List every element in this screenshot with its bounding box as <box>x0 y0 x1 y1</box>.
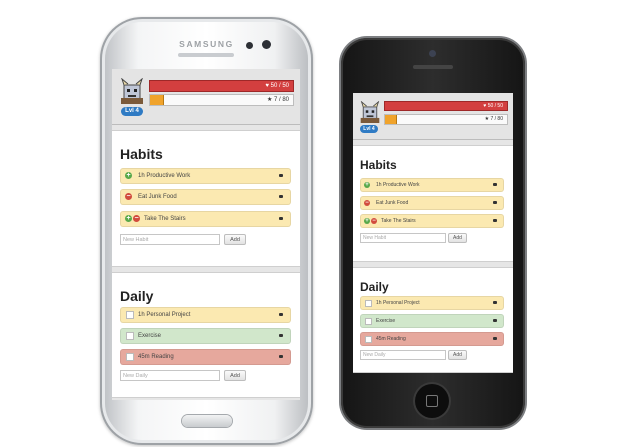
comment-icon[interactable] <box>493 201 497 204</box>
earpiece-speaker <box>413 65 453 69</box>
daily-label: 1h Personal Project <box>376 300 420 306</box>
new-habit-input[interactable]: New Habit <box>360 233 446 243</box>
comment-icon[interactable] <box>279 313 283 316</box>
daily-title: Daily <box>120 288 154 304</box>
daily-panel: Daily 1h Personal Project Exercise 45m R… <box>353 267 513 373</box>
minus-icon[interactable]: − <box>133 215 140 222</box>
level-badge: Lvl 4 <box>360 125 378 133</box>
health-bar: ♥ 50 / 50 <box>149 80 294 92</box>
habit-item[interactable]: − Eat Junk Food <box>120 189 291 205</box>
daily-panel: Daily 1h Personal Project Exercise 45m R… <box>112 272 300 398</box>
earpiece-speaker <box>178 53 234 57</box>
daily-item[interactable]: Exercise <box>120 328 291 344</box>
comment-icon[interactable] <box>493 183 497 186</box>
plus-icon[interactable]: + <box>125 172 132 179</box>
app: Lvl 4 ♥ 50 / 50 ★ 7 / 80 Habits + 1h Pro… <box>112 69 300 400</box>
comment-icon[interactable] <box>279 217 283 220</box>
comment-icon[interactable] <box>279 334 283 337</box>
daily-checkbox[interactable] <box>365 336 372 343</box>
daily-item[interactable]: 1h Personal Project <box>120 307 291 323</box>
daily-label: 45m Reading <box>138 354 174 360</box>
habit-item[interactable]: + − Take The Stairs <box>360 214 504 228</box>
new-daily-input[interactable]: New Daily <box>120 370 220 381</box>
experience-bar: ★ 7 / 80 <box>384 114 508 125</box>
daily-label: Exercise <box>376 318 396 324</box>
daily-checkbox[interactable] <box>126 311 134 319</box>
front-camera-icon <box>429 50 436 57</box>
level-badge: Lvl 4 <box>121 107 143 116</box>
experience-value: ★ 7 / 80 <box>484 116 503 122</box>
daily-title: Daily <box>360 280 389 294</box>
habit-item[interactable]: − Eat Junk Food <box>360 196 504 210</box>
daily-label: Exercise <box>138 333 162 339</box>
daily-item[interactable]: 45m Reading <box>360 332 504 346</box>
app: Lvl 4 ♥ 50 / 50 ★ 7 / 80 Habits + 1h Pro… <box>353 93 513 373</box>
plus-icon[interactable]: + <box>364 218 370 224</box>
samsung-screen: Lvl 4 ♥ 50 / 50 ★ 7 / 80 Habits + 1h Pro… <box>112 69 300 400</box>
experience-bar: ★ 7 / 80 <box>149 94 294 106</box>
add-habit-button[interactable]: Add <box>224 234 246 245</box>
health-bar: ♥ 50 / 50 <box>384 101 508 111</box>
habit-label: Take The Stairs <box>144 216 186 222</box>
habits-panel: Habits + 1h Productive Work − Eat Junk F… <box>353 145 513 262</box>
comment-icon[interactable] <box>279 195 283 198</box>
comment-icon[interactable] <box>493 301 497 304</box>
plus-icon[interactable]: + <box>364 182 370 188</box>
experience-fill <box>150 95 164 105</box>
header: Lvl 4 ♥ 50 / 50 ★ 7 / 80 <box>112 69 300 125</box>
plus-icon[interactable]: + <box>125 215 132 222</box>
daily-label: 1h Personal Project <box>138 312 191 318</box>
daily-item[interactable]: 1h Personal Project <box>360 296 504 310</box>
minus-icon[interactable]: − <box>371 218 377 224</box>
avatar[interactable] <box>359 101 381 123</box>
iphone: Lvl 4 ♥ 50 / 50 ★ 7 / 80 Habits + 1h Pro… <box>341 38 525 428</box>
health-value: ♥ 50 / 50 <box>483 103 503 109</box>
daily-label: 45m Reading <box>376 336 406 342</box>
header: Lvl 4 ♥ 50 / 50 ★ 7 / 80 <box>353 93 513 140</box>
habit-item[interactable]: + 1h Productive Work <box>360 178 504 192</box>
habit-label: 1h Productive Work <box>138 173 191 179</box>
habit-label: Eat Junk Food <box>376 200 409 206</box>
daily-checkbox[interactable] <box>365 318 372 325</box>
habit-label: Take The Stairs <box>381 218 416 224</box>
daily-item[interactable]: Exercise <box>360 314 504 328</box>
minus-icon[interactable]: − <box>364 200 370 206</box>
comment-icon[interactable] <box>493 337 497 340</box>
habit-label: 1h Productive Work <box>376 182 420 188</box>
iphone-screen: Lvl 4 ♥ 50 / 50 ★ 7 / 80 Habits + 1h Pro… <box>353 93 513 373</box>
minus-icon[interactable]: − <box>125 193 132 200</box>
add-daily-button[interactable]: Add <box>224 370 246 381</box>
samsung-phone: SAMSUNG Lvl 4 ♥ 50 / 50 ★ 7 / 80 Habits <box>100 17 313 445</box>
comment-icon[interactable] <box>279 174 283 177</box>
front-camera-icon <box>246 42 253 49</box>
experience-value: ★ 7 / 80 <box>266 97 289 103</box>
health-value: ♥ 50 / 50 <box>265 83 289 89</box>
daily-checkbox[interactable] <box>126 332 134 340</box>
add-daily-button[interactable]: Add <box>448 350 467 360</box>
daily-checkbox[interactable] <box>126 353 134 361</box>
new-daily-input[interactable]: New Daily <box>360 350 446 360</box>
sensor-icon <box>262 40 271 49</box>
home-button[interactable] <box>182 415 232 427</box>
comment-icon[interactable] <box>493 219 497 222</box>
habit-label: Eat Junk Food <box>138 194 177 200</box>
daily-item[interactable]: 45m Reading <box>120 349 291 365</box>
add-habit-button[interactable]: Add <box>448 233 467 243</box>
experience-fill <box>385 115 397 124</box>
habits-title: Habits <box>360 158 397 172</box>
habit-item[interactable]: + − Take The Stairs <box>120 211 291 227</box>
comment-icon[interactable] <box>279 355 283 358</box>
habit-item[interactable]: + 1h Productive Work <box>120 168 291 184</box>
comment-icon[interactable] <box>493 319 497 322</box>
habits-panel: Habits + 1h Productive Work − Eat Junk F… <box>112 130 300 267</box>
avatar[interactable] <box>119 78 145 104</box>
new-habit-input[interactable]: New Habit <box>120 234 220 245</box>
home-square-icon <box>426 395 438 407</box>
habits-title: Habits <box>120 146 163 162</box>
home-button[interactable] <box>415 384 449 418</box>
daily-checkbox[interactable] <box>365 300 372 307</box>
samsung-brand: SAMSUNG <box>179 39 234 49</box>
